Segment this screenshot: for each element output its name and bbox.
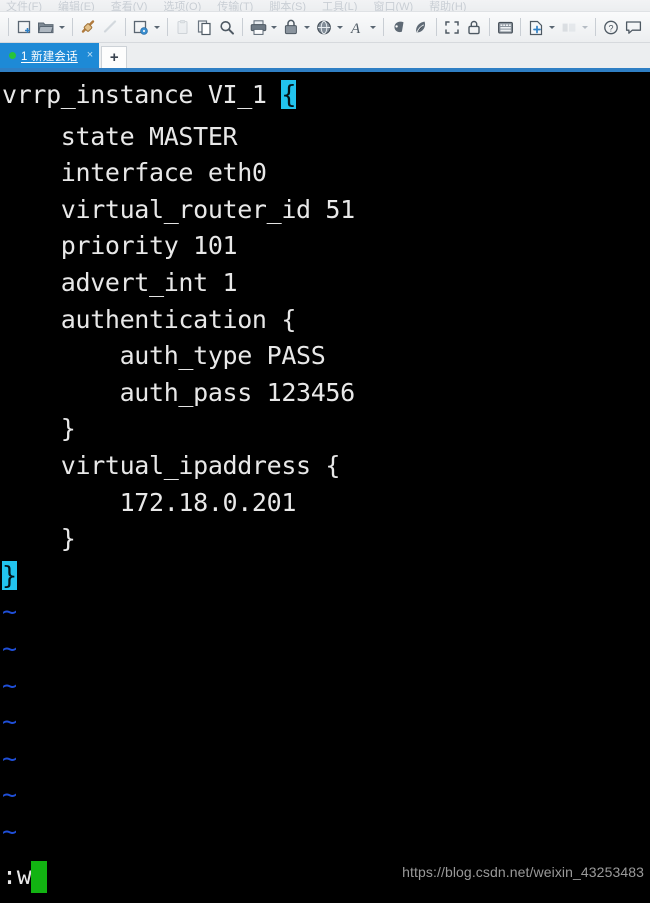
font-icon[interactable]: A: [346, 16, 368, 38]
terminal-screen[interactable]: vrrp_instance VI_1 { state MASTER interf…: [0, 72, 650, 903]
brace-highlight: {: [281, 80, 297, 109]
toolbar: A ?: [0, 12, 650, 43]
print-dropdown-caret[interactable]: [269, 16, 278, 38]
menu-item-window[interactable]: 窗口(W): [373, 0, 413, 11]
menu-item-script[interactable]: 脚本(S): [269, 0, 306, 11]
empty-line-marker: ~: [2, 707, 17, 737]
toolbar-separator: [595, 18, 596, 36]
connect-icon[interactable]: [77, 16, 99, 38]
fullscreen-icon[interactable]: [441, 16, 463, 38]
empty-line-marker: ~: [2, 816, 17, 846]
svg-text:A: A: [350, 21, 361, 36]
menu-item-edit[interactable]: 编辑(E): [58, 0, 95, 11]
terminal-cursor: [31, 860, 48, 893]
add-tab-icon[interactable]: [525, 16, 547, 38]
empty-line-marker: ~: [2, 780, 17, 810]
terminal-line: auth_type PASS: [2, 341, 326, 371]
svg-text:?: ?: [608, 23, 613, 33]
vim-command-text: :w: [2, 861, 32, 891]
terminal-line: }: [0, 558, 650, 595]
print-icon[interactable]: [247, 16, 269, 38]
transfer-xfer-icon[interactable]: [410, 16, 432, 38]
terminal-line-text: vrrp_instance VI_1: [2, 80, 282, 109]
toolbar-separator: [72, 18, 73, 36]
tab-status-dot-icon: [9, 52, 16, 59]
toolbar-separator: [167, 18, 168, 36]
font-dropdown-caret[interactable]: [368, 16, 377, 38]
brace-highlight: }: [2, 560, 17, 590]
add-tab-dropdown-caret[interactable]: [547, 16, 556, 38]
log-session-icon[interactable]: [280, 16, 302, 38]
terminal-line: auth_pass 123456: [2, 377, 356, 407]
toolbar-separator: [383, 18, 384, 36]
tab-session-1[interactable]: 1 新建会话 ×: [0, 43, 100, 68]
terminal-line: virtual_ipaddress {: [2, 450, 341, 480]
transfer-zmodem-icon[interactable]: [388, 16, 410, 38]
menu-item-view[interactable]: 查看(V): [111, 0, 148, 11]
vim-command-line[interactable]: :w: [0, 858, 48, 895]
help-icon[interactable]: ?: [600, 16, 622, 38]
terminal-line: virtual_router_id 51: [2, 194, 355, 224]
empty-line-marker: ~: [2, 633, 17, 663]
session-options-dropdown-caret[interactable]: [152, 16, 161, 38]
toolbar-separator: [8, 18, 9, 36]
open-folder-icon[interactable]: [35, 16, 57, 38]
terminal-line: }: [2, 414, 76, 444]
toolbar-separator: [242, 18, 243, 36]
terminal-line: interface eth0: [2, 158, 267, 188]
disconnect-icon[interactable]: [99, 16, 121, 38]
menu-item-transfer[interactable]: 传输(T): [217, 0, 253, 11]
menu-item-help[interactable]: 帮助(H): [429, 0, 466, 11]
new-tab-button[interactable]: +: [101, 46, 128, 68]
toolbar-separator: [520, 18, 521, 36]
tab-label: 1 新建会话: [21, 50, 78, 63]
new-session-icon[interactable]: [13, 16, 35, 38]
globe-icon[interactable]: [313, 16, 335, 38]
terminal-line: advert_int 1: [2, 267, 238, 297]
terminal-line: authentication {: [2, 304, 297, 334]
menu-item-file[interactable]: 文件(F): [6, 0, 42, 11]
terminal-line: 172.18.0.201: [2, 487, 297, 517]
log-session-dropdown-caret[interactable]: [302, 16, 311, 38]
terminal-line: priority 101: [2, 231, 238, 261]
menu-item-options[interactable]: 选项(O): [163, 0, 201, 11]
tile-icon[interactable]: [558, 16, 580, 38]
watermark: https://blog.csdn.net/weixin_43253483: [402, 864, 644, 881]
session-options-icon[interactable]: [130, 16, 152, 38]
lock-icon[interactable]: [463, 16, 485, 38]
open-folder-dropdown-caret[interactable]: [57, 16, 66, 38]
menu-item-tools[interactable]: 工具(L): [322, 0, 357, 11]
chat-icon[interactable]: [622, 16, 644, 38]
empty-line-marker: ~: [2, 743, 17, 773]
copy-icon[interactable]: [194, 16, 216, 38]
empty-line-marker: ~: [2, 597, 17, 627]
toolbar-separator: [125, 18, 126, 36]
paste-icon[interactable]: [172, 16, 194, 38]
terminal-line: vrrp_instance VI_1 {: [0, 72, 650, 119]
toolbar-separator: [436, 18, 437, 36]
tab-bar: 1 新建会话 × +: [0, 43, 650, 68]
menu-bar[interactable]: 文件(F) 编辑(E) 查看(V) 选项(O) 传输(T) 脚本(S) 工具(L…: [0, 0, 650, 12]
tab-bar-empty-area: [127, 43, 650, 68]
terminal-line: state MASTER: [2, 121, 238, 151]
empty-line-marker: ~: [2, 670, 17, 700]
tab-close-icon[interactable]: ×: [87, 50, 93, 61]
globe-dropdown-caret[interactable]: [335, 16, 344, 38]
keymap-icon[interactable]: [494, 16, 516, 38]
find-icon[interactable]: [216, 16, 238, 38]
terminal-line: }: [2, 524, 76, 554]
tile-dropdown-caret[interactable]: [580, 16, 589, 38]
toolbar-separator: [489, 18, 490, 36]
